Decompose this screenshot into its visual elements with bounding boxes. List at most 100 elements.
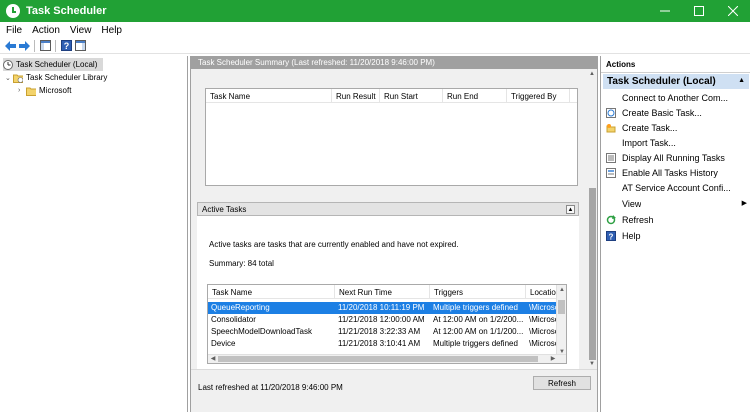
cell-task-name: Consolidator xyxy=(211,315,256,324)
actions-title: Actions xyxy=(601,56,750,73)
maximize-button[interactable] xyxy=(682,0,716,22)
active-tasks-horizontal-scrollbar[interactable]: ◀ ▶ xyxy=(208,354,566,363)
cell-next-run-time: 11/21/2018 3:10:41 AM xyxy=(338,339,421,348)
refresh-button[interactable]: Refresh xyxy=(533,376,591,390)
actions-section-header[interactable]: Task Scheduler (Local) ▲ xyxy=(603,74,749,89)
cell-next-run-time: 11/21/2018 12:00:00 AM xyxy=(338,315,425,324)
cell-location: \Microsoft xyxy=(529,303,560,312)
close-icon xyxy=(728,6,738,16)
last-refreshed-text: Last refreshed at 11/20/2018 9:46:00 PM xyxy=(198,383,343,392)
help-toolbar-button[interactable]: ? xyxy=(60,40,72,52)
table-row[interactable]: QueueReporting 11/20/2018 10:11:19 PM Mu… xyxy=(208,302,560,314)
action-view[interactable]: View ▶ xyxy=(605,196,749,211)
tree-item-task-scheduler-library[interactable]: ⌄ Task Scheduler Library xyxy=(5,71,107,84)
menu-bar: File Action View Help xyxy=(0,22,750,38)
cell-task-name: Device xyxy=(211,339,236,348)
table-row[interactable]: Consolidator 11/21/2018 12:00:00 AM At 1… xyxy=(208,314,560,326)
minimize-button[interactable] xyxy=(648,0,682,22)
window-title: Task Scheduler xyxy=(26,5,107,17)
svg-text:?: ? xyxy=(63,41,69,51)
cell-triggers: Multiple triggers defined xyxy=(433,339,518,348)
blank-icon xyxy=(605,92,616,103)
task-scheduler-app-icon xyxy=(6,4,20,18)
scroll-thumb[interactable] xyxy=(558,300,565,314)
summary-header: Task Scheduler Summary (Last refreshed: … xyxy=(191,56,597,69)
column-header-run-start[interactable]: Run Start xyxy=(380,89,443,103)
column-header-next-run-time[interactable]: Next Run Time xyxy=(335,285,430,299)
cell-location: \Microsoft xyxy=(529,327,560,336)
summary-vertical-scrollbar[interactable]: ▲ ▼ xyxy=(587,69,597,369)
help-book-icon: ? xyxy=(60,40,72,51)
task-status-table: Task Name Run Result Run Start Run End T… xyxy=(205,88,578,186)
cell-location: \Microsoft xyxy=(529,315,560,324)
actions-pane: Actions Task Scheduler (Local) ▲ Connect… xyxy=(600,56,750,412)
menu-view[interactable]: View xyxy=(65,25,97,36)
column-header-triggered-by[interactable]: Triggered By xyxy=(507,89,570,103)
refresh-icon xyxy=(605,214,616,225)
column-header-run-end[interactable]: Run End xyxy=(443,89,507,103)
cell-location: \Microsoft xyxy=(529,339,560,348)
tree-item-label: Task Scheduler (Local) xyxy=(16,60,98,69)
action-connect-to-another-computer[interactable]: Connect to Another Com... xyxy=(605,90,749,105)
clock-icon xyxy=(3,59,13,70)
show-hide-action-pane-button[interactable] xyxy=(74,40,86,52)
scroll-thumb[interactable] xyxy=(589,188,596,360)
action-import-task[interactable]: Import Task... xyxy=(605,135,749,150)
collapse-up-icon[interactable]: ▲ xyxy=(738,77,745,84)
table-header: Task Name Next Run Time Triggers Locatio… xyxy=(208,285,560,299)
tree-item-task-scheduler-local[interactable]: Task Scheduler (Local) xyxy=(3,58,103,71)
collapse-chevron-icon[interactable]: ⌄ xyxy=(5,74,13,82)
action-display-all-running-tasks[interactable]: Display All Running Tasks xyxy=(605,150,749,165)
action-create-basic-task[interactable]: Create Basic Task... xyxy=(605,105,749,120)
tree-item-label: Microsoft xyxy=(39,86,72,95)
column-header-triggers[interactable]: Triggers xyxy=(430,285,526,299)
action-refresh[interactable]: Refresh xyxy=(605,212,749,227)
menu-file[interactable]: File xyxy=(0,25,27,36)
scroll-thumb[interactable] xyxy=(218,356,538,362)
active-tasks-section-header[interactable]: Active Tasks ▲ xyxy=(197,202,579,216)
table-row[interactable]: SpeechModelDownloadTask 11/21/2018 3:22:… xyxy=(208,326,560,338)
show-hide-console-tree-button[interactable] xyxy=(39,40,51,52)
action-create-task[interactable]: Create Task... xyxy=(605,120,749,135)
active-tasks-vertical-scrollbar[interactable]: ▲ ▼ xyxy=(556,285,566,357)
window-controls xyxy=(648,0,750,22)
scroll-up-icon[interactable]: ▲ xyxy=(587,69,597,79)
blank-icon xyxy=(605,198,616,209)
table-row[interactable]: Device 11/21/2018 3:10:41 AM Multiple tr… xyxy=(208,338,560,350)
history-icon xyxy=(605,167,616,178)
summary-pane: Task Scheduler Summary (Last refreshed: … xyxy=(190,56,598,412)
cell-task-name: SpeechModelDownloadTask xyxy=(211,327,312,336)
back-arrow-icon xyxy=(4,40,16,51)
summary-scroll-area: Task Name Run Result Run Start Run End T… xyxy=(191,69,597,376)
title-bar: Task Scheduler xyxy=(0,0,750,22)
tree-item-label: Task Scheduler Library xyxy=(26,73,108,82)
column-header-task-name[interactable]: Task Name xyxy=(206,89,332,103)
console-tree: Task Scheduler (Local) ⌄ Task Scheduler … xyxy=(0,56,188,412)
create-basic-task-icon xyxy=(605,107,616,118)
scroll-left-icon[interactable]: ◀ xyxy=(208,355,218,363)
action-help[interactable]: ? Help xyxy=(605,228,749,243)
expand-chevron-icon[interactable]: › xyxy=(18,87,26,94)
back-button[interactable] xyxy=(4,40,16,52)
collapse-section-icon[interactable]: ▲ xyxy=(566,205,575,214)
menu-help[interactable]: Help xyxy=(96,25,127,36)
cell-triggers: Multiple triggers defined xyxy=(433,303,518,312)
close-button[interactable] xyxy=(716,0,750,22)
action-enable-all-tasks-history[interactable]: Enable All Tasks History xyxy=(605,165,749,180)
submenu-arrow-icon: ▶ xyxy=(741,200,747,207)
forward-button[interactable] xyxy=(18,40,30,52)
scroll-right-icon[interactable]: ▶ xyxy=(548,355,558,363)
column-header-run-result[interactable]: Run Result xyxy=(332,89,380,103)
scroll-up-icon[interactable]: ▲ xyxy=(557,285,566,295)
active-tasks-description: Active tasks are tasks that are currentl… xyxy=(209,240,459,249)
tree-item-microsoft[interactable]: › Microsoft xyxy=(18,84,71,97)
scroll-down-icon[interactable]: ▼ xyxy=(587,359,597,369)
active-tasks-table: Task Name Next Run Time Triggers Locatio… xyxy=(207,284,567,364)
toolbar-separator xyxy=(34,39,35,52)
action-at-service-account-config[interactable]: AT Service Account Confi... xyxy=(605,180,749,195)
column-header-task-name[interactable]: Task Name xyxy=(208,285,335,299)
table-header: Task Name Run Result Run Start Run End T… xyxy=(206,89,577,103)
help-icon: ? xyxy=(605,230,616,241)
cell-next-run-time: 11/20/2018 10:11:19 PM xyxy=(338,303,425,312)
menu-action[interactable]: Action xyxy=(27,25,65,36)
